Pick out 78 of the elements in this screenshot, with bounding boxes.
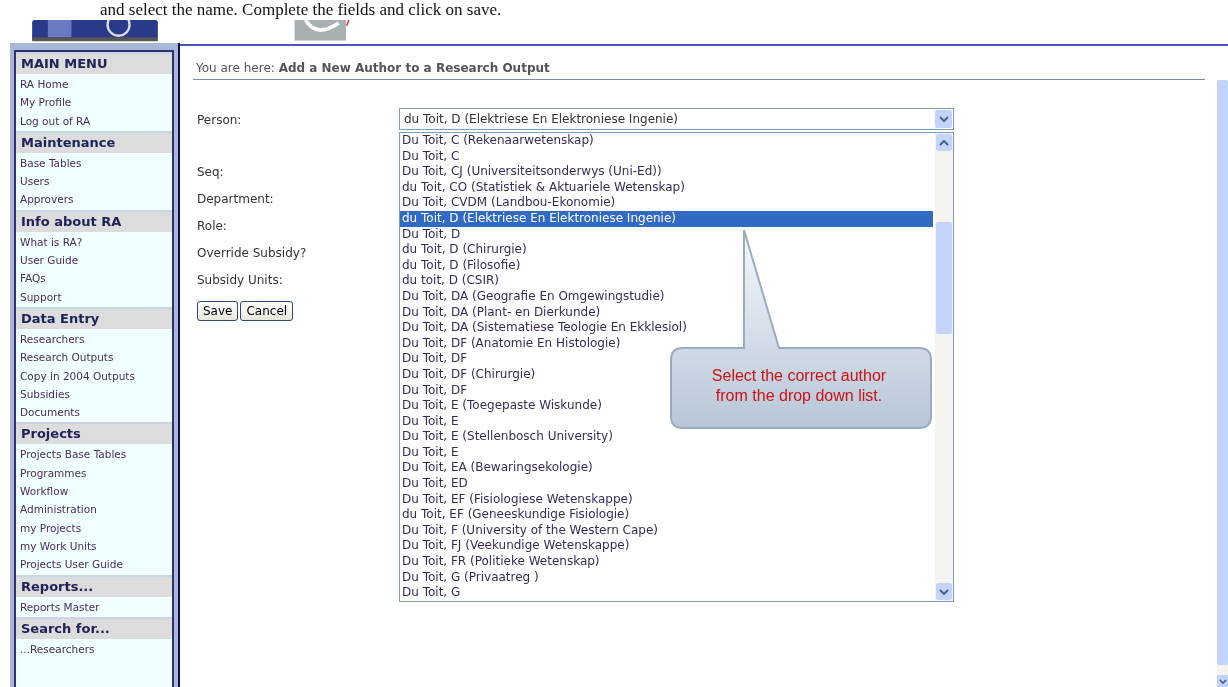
menu-heading: Info about RA bbox=[16, 209, 172, 232]
scroll-down-icon[interactable] bbox=[936, 583, 952, 600]
dropdown-option[interactable]: du Toit, D (Filosofie) bbox=[400, 257, 521, 274]
dropdown-option[interactable]: du toit, D (CSIR) bbox=[400, 273, 500, 289]
dropdown-option[interactable]: Du Toit, DF bbox=[400, 382, 468, 399]
menu-link[interactable]: my Work Units bbox=[16, 536, 172, 556]
dropdown-option[interactable]: Du Toit, G bbox=[400, 585, 461, 601]
field-label: Seq: bbox=[197, 165, 224, 179]
scrollbar[interactable] bbox=[935, 133, 953, 601]
dropdown-option[interactable]: du Toit, D (Chirurgie) bbox=[400, 242, 527, 258]
menu-link[interactable]: Base Tables bbox=[16, 153, 172, 173]
menu-heading: Projects bbox=[16, 422, 172, 445]
menu-link[interactable]: RA Home bbox=[16, 75, 172, 94]
menu-heading: Maintenance bbox=[16, 130, 172, 153]
menu-link[interactable]: Projects User Guide bbox=[16, 555, 172, 574]
page-scrollbar[interactable] bbox=[1217, 80, 1228, 687]
field-label: Override Subsidy? bbox=[197, 246, 307, 260]
dropdown-option[interactable]: Du Toit, EA (Bewaringsekologie) bbox=[400, 460, 593, 477]
dropdown-option[interactable]: du Toit, D (Elektriese En Elektroniese Ingenie) bbox=[400, 210, 933, 227]
dropdown-option[interactable]: Du Toit, DA (Plant- en Dierkunde) bbox=[400, 304, 601, 321]
dropdown-option[interactable]: du Toit, CO (Statistiek & Aktuariele Wetenskap) bbox=[400, 179, 685, 196]
menu-link[interactable]: User Guide bbox=[16, 251, 172, 270]
dropdown-option[interactable]: Du Toit, DA (Geografie En Omgewingstudie) bbox=[400, 288, 665, 305]
scroll-up-icon[interactable] bbox=[936, 134, 952, 151]
menu-heading: MAIN MENU bbox=[16, 52, 172, 74]
menu-link[interactable]: Approvers bbox=[16, 190, 172, 209]
menu-link[interactable]: What is RA? bbox=[16, 232, 172, 252]
menu-link[interactable]: Documents bbox=[16, 403, 172, 422]
menu-link[interactable]: Projects Base Tables bbox=[16, 445, 172, 464]
menu-link[interactable]: Users bbox=[16, 172, 172, 191]
menu-link[interactable]: my Projects bbox=[16, 518, 172, 537]
form-button[interactable]: Cancel bbox=[240, 301, 294, 321]
menu-link[interactable]: Log out of RA bbox=[16, 111, 172, 130]
dropdown-option[interactable]: Du Toit, DF (Chirurgie) bbox=[400, 366, 536, 383]
dropdown-option[interactable]: Du Toit, F (University of the Western Cape) bbox=[400, 522, 659, 539]
menu-link[interactable]: Copy in 2004 Outputs bbox=[16, 366, 172, 385]
dropdown-option[interactable]: Du Toit, D bbox=[400, 226, 461, 243]
dropdown-option[interactable]: Du Toit, EF (Fisiologiese Wetenskappe) bbox=[400, 491, 633, 508]
instruction-text: and select the name. Complete the fields and click on save. bbox=[100, 0, 502, 20]
dropdown-option[interactable]: Du Toit, FR (Politieke Wetenskap) bbox=[400, 554, 600, 570]
callout-text: Select the correct author from the drop down list. bbox=[710, 366, 888, 406]
person-select[interactable]: du Toit, D (Elektriese En Elektroniese Ingenie) bbox=[399, 108, 954, 130]
field-label: Role: bbox=[197, 219, 227, 233]
field-label: Department: bbox=[197, 192, 274, 206]
menu-link[interactable]: My Profile bbox=[16, 93, 172, 112]
field-label: Subsidy Units: bbox=[197, 273, 283, 287]
dropdown-option[interactable]: Du Toit, C bbox=[400, 148, 460, 165]
menu-heading: Search for... bbox=[16, 616, 172, 639]
dropdown-option[interactable]: Du Toit, G (Privaatreg ) bbox=[400, 569, 539, 586]
dropdown-option[interactable]: Du Toit, DF bbox=[400, 351, 468, 367]
menu-link[interactable]: Support bbox=[16, 287, 172, 306]
menu-heading: Data Entry bbox=[16, 306, 172, 329]
menu-link[interactable]: Programmes bbox=[16, 463, 172, 483]
menu-link[interactable]: Reports Master bbox=[16, 597, 172, 616]
breadcrumb-page: Add a New Author to a Research Output bbox=[278, 61, 550, 75]
dropdown-option[interactable]: Du Toit, C (Rekenaarwetenskap) bbox=[400, 133, 594, 149]
menu-link[interactable]: Subsidies bbox=[16, 384, 172, 404]
dropdown-option[interactable]: Du Toit, E (Stellenbosch University) bbox=[400, 429, 613, 445]
scroll-thumb[interactable] bbox=[936, 222, 952, 334]
dropdown-option[interactable]: Du Toit, CVDM (Landbou-Ekonomie) bbox=[400, 195, 616, 211]
dropdown-option[interactable]: Du Toit, DA (Sistematiese Teologie En Ekklesiol) bbox=[400, 320, 687, 336]
menu-link[interactable]: ...Researchers bbox=[16, 639, 172, 659]
dropdown-option[interactable]: Du Toit, FJ (Veekundige Wetenskappe) bbox=[400, 538, 630, 555]
dropdown-option[interactable]: Du Toit, ED bbox=[400, 476, 468, 492]
dropdown-option[interactable]: Du Toit, E bbox=[400, 413, 459, 430]
dropdown-option[interactable]: Du Toit, CJ (Universiteitsonderwys (Uni-Ed)) bbox=[400, 164, 662, 180]
dropdown-option[interactable]: Du Toit, E (Toegepaste Wiskunde) bbox=[400, 398, 602, 414]
scroll-down-icon[interactable] bbox=[1217, 675, 1228, 687]
form-button[interactable]: Save bbox=[197, 301, 239, 321]
breadcrumb-label: You are here: bbox=[196, 61, 275, 75]
dropdown-option[interactable]: du Toit, EF (Geneeskundige Fisiologie) bbox=[400, 507, 630, 523]
dropdown-option[interactable]: Du Toit, E bbox=[400, 444, 459, 461]
dropdown-option[interactable]: Du Toit, DF (Anatomie En Histologie) bbox=[400, 335, 621, 352]
menu-link[interactable]: FAQs bbox=[16, 269, 172, 288]
field-label: Person: bbox=[197, 113, 242, 127]
menu-link[interactable]: Research Outputs bbox=[16, 348, 172, 367]
menu-heading: Reports... bbox=[16, 574, 172, 597]
menu-link[interactable]: Researchers bbox=[16, 329, 172, 349]
